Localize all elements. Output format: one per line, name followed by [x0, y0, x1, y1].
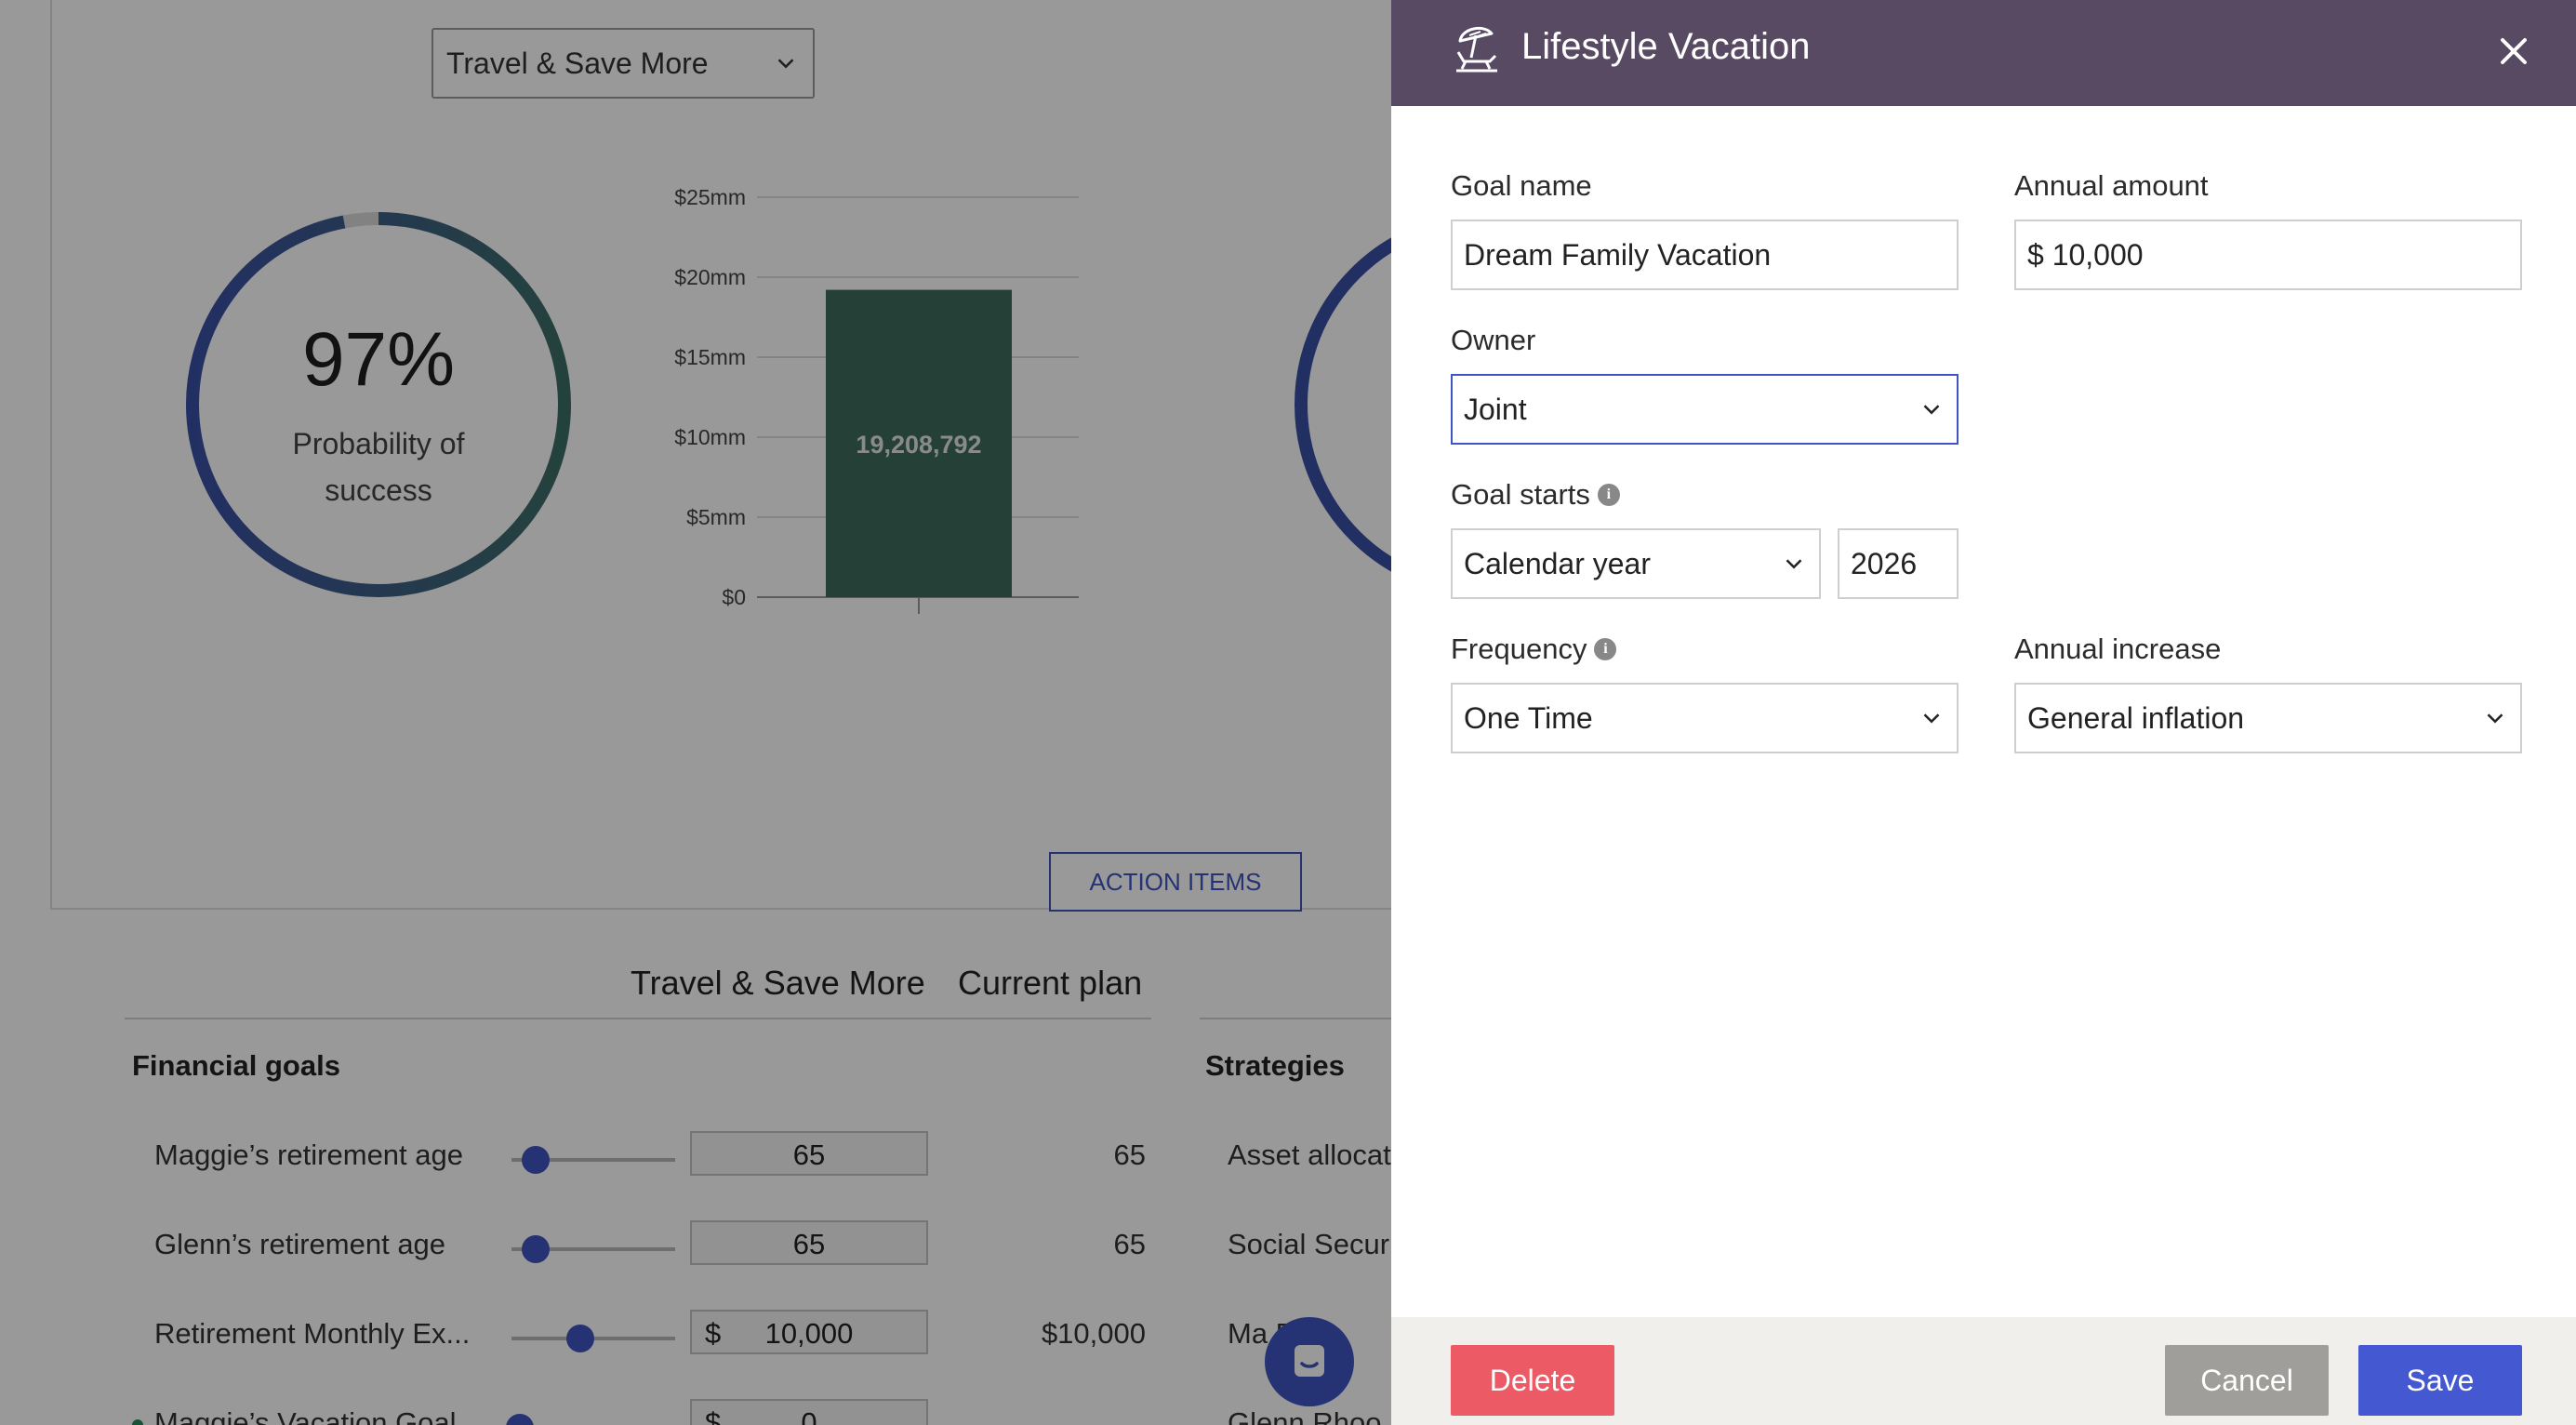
- frequency-label: Frequency i: [1451, 633, 1617, 666]
- frequency-value: One Time: [1464, 700, 1593, 735]
- goal-name-input[interactable]: Dream Family Vacation: [1451, 220, 1959, 290]
- beach-umbrella-icon: [1456, 26, 1497, 73]
- annual-amount-value: $ 10,000: [2027, 237, 2144, 272]
- goal-starts-year-input[interactable]: 2026: [1838, 528, 1959, 599]
- close-icon: [2501, 38, 2527, 64]
- owner-label: Owner: [1451, 324, 1536, 356]
- chevron-down-icon: [1918, 395, 1945, 423]
- annual-amount-input[interactable]: $ 10,000: [2014, 220, 2522, 290]
- frequency-label-text: Frequency: [1451, 633, 1587, 665]
- delete-button[interactable]: Delete: [1451, 1345, 1614, 1416]
- cancel-button[interactable]: Cancel: [2165, 1345, 2329, 1416]
- goal-starts-label: Goal starts i: [1451, 478, 1620, 512]
- goal-starts-type-select[interactable]: Calendar year: [1451, 528, 1821, 599]
- close-button[interactable]: [2489, 26, 2539, 76]
- save-button[interactable]: Save: [2358, 1345, 2522, 1416]
- goal-name-label: Goal name: [1451, 169, 1592, 202]
- goal-drawer: Lifestyle Vacation Goal name Dream Famil…: [1391, 0, 2576, 1425]
- annual-increase-label: Annual increase: [2014, 633, 2222, 665]
- goal-starts-label-text: Goal starts: [1451, 478, 1590, 511]
- annual-amount-label: Annual amount: [2014, 169, 2209, 202]
- drawer-header: Lifestyle Vacation: [1391, 0, 2576, 106]
- info-icon[interactable]: i: [1594, 638, 1617, 660]
- owner-select[interactable]: Joint: [1451, 374, 1959, 445]
- goal-name-value: Dream Family Vacation: [1464, 237, 1772, 272]
- chevron-down-icon: [1918, 704, 1945, 732]
- info-icon[interactable]: i: [1597, 484, 1620, 506]
- owner-value: Joint: [1464, 392, 1527, 426]
- chevron-down-icon: [1780, 550, 1808, 578]
- goal-starts-type-value: Calendar year: [1464, 546, 1651, 580]
- drawer-title: Lifestyle Vacation: [1521, 26, 1811, 67]
- frequency-select[interactable]: One Time: [1451, 683, 1959, 753]
- drawer-footer: Delete Cancel Save: [1391, 1317, 2576, 1425]
- annual-increase-value: General inflation: [2027, 700, 2245, 735]
- modal-overlay[interactable]: [0, 0, 1391, 1425]
- goal-starts-year-value: 2026: [1851, 546, 1918, 580]
- chevron-down-icon: [2481, 704, 2509, 732]
- annual-increase-select[interactable]: General inflation: [2014, 683, 2522, 753]
